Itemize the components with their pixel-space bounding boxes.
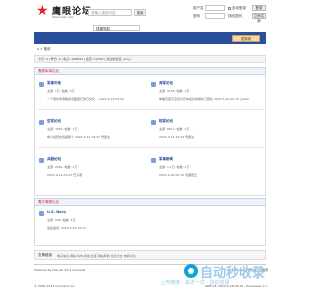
section-header-police[interactable]: 鹰牛警察论坛 — [34, 198, 266, 206]
forum-stat: 主题: 1万, 帖数: 2万 — [47, 89, 75, 93]
breadcrumb-label[interactable]: » 首页 — [40, 47, 50, 51]
forum-icon — [151, 120, 156, 125]
watermark-subtext: 上传链接 · 来访一次 · 自动收录 — [160, 280, 230, 286]
forum-stats: 今日: 0 | 昨日: 0 | 帖子: 998843 | 会员: 12636 |… — [34, 55, 266, 63]
forum-icon — [151, 158, 156, 163]
auto-login-checkbox[interactable]: 自动登录 — [228, 6, 246, 11]
logo-icon[interactable]: ★ — [36, 4, 50, 18]
section-body-military: 军事天地 主题: 1万, 帖数: 2万 一个国外学者敏感当面回忆的日文化… 20… — [34, 75, 266, 196]
forum-name[interactable]: 兵器论坛 — [47, 157, 147, 162]
forum-last-post[interactable]: 2023-4-14 16:34 雪柔生 — [159, 135, 267, 139]
username-input[interactable] — [205, 5, 225, 11]
section-body-police: U.S. Navy 主题: 646, 帖数: 2万 最后发表: 2023-5-2… — [34, 206, 266, 246]
register-button[interactable]: 立即注册 — [252, 13, 266, 23]
powered-by[interactable]: Powered by Discuz! X3.4 Licensed — [34, 268, 85, 272]
forum-last-post[interactable]: 一个国外学者敏感当面回忆的日文化… 2023-4-14 05:04 — [47, 97, 155, 101]
password-input[interactable] — [205, 13, 225, 19]
forum-stat: 主题: 1.1万, 帖数: 1万 — [159, 165, 190, 169]
forum-icon — [39, 211, 44, 216]
forum-stat: 主题: 2081, 帖数: 1万 — [47, 165, 78, 169]
auto-login-label: 自动登录 — [232, 6, 246, 10]
username-label: 用户名 — [193, 6, 204, 10]
forum-stat: 主题: 2155, 帖数: 1万 — [159, 89, 190, 93]
forum-name[interactable]: 军事天地 — [47, 81, 147, 86]
forum-name[interactable]: 陆军论坛 — [159, 119, 259, 124]
search-button[interactable]: 搜索 — [134, 9, 146, 16]
forum-name[interactable]: 空军论坛 — [47, 119, 147, 124]
new-post-button[interactable]: 发新帖 — [232, 35, 260, 42]
forum-icon — [39, 120, 44, 125]
copyright: © 2001-2013 Comsenz Inc. — [34, 284, 76, 288]
forum-name[interactable]: 海军论坛 — [159, 81, 259, 86]
password-label: 密码 — [193, 14, 200, 18]
row-divider — [38, 109, 264, 110]
row-divider — [38, 147, 264, 148]
forum-icon — [151, 82, 156, 87]
forum-name[interactable]: 军事新闻 — [159, 157, 259, 162]
forum-icon — [39, 82, 44, 87]
watermark-logo-inner — [188, 268, 194, 274]
search-input[interactable]: 请输入搜索内容 — [88, 9, 132, 16]
forum-last-post[interactable]: 举人如何去说着那个 2023-4-12 16:47 雪柔生 — [47, 135, 155, 139]
section-header-military[interactable]: 鹰眼军事论坛 — [34, 67, 266, 75]
login-button[interactable]: 登录 — [252, 5, 266, 11]
links-title: 友情链接 — [38, 253, 52, 257]
checkbox-icon[interactable] — [228, 6, 231, 10]
forum-stat: 主题: 6617, 帖数: 1万 — [159, 127, 190, 131]
site-url: bbs.hawk.com — [52, 15, 74, 19]
quick-nav-dropdown[interactable]: 快捷导航 — [93, 25, 140, 31]
forum-stat: 主题: 646, 帖数: 2万 — [47, 218, 76, 222]
friend-links[interactable]: 电子信息 网站 B2B 商城 社区 网站导航 论坛大全 电商平台 — [57, 254, 257, 258]
forum-last-post[interactable]: 举着高官不应该为日本最好的保护工程化 2023-5-20 10:15 yhwei — [159, 97, 267, 101]
forum-last-post[interactable]: 2023-5-20 05:10 冬面阳正 — [159, 173, 267, 177]
links-bar: 友情链接 电子信息 网站 B2B 商城 社区 网站导航 论坛大全 电商平台 — [34, 250, 266, 260]
forum-last-post[interactable]: 最后发表: 2023-5-22 10:17 — [47, 226, 147, 230]
forgot-password-link[interactable]: 找回密码 — [228, 14, 242, 19]
forum-stat: 主题: 3052, 帖数: 1万 — [47, 127, 78, 131]
forum-icon — [39, 158, 44, 163]
forum-last-post[interactable]: 2023-4-14 05:03 巴子都 — [47, 173, 155, 177]
breadcrumb[interactable]: ⌂ » 首页 — [34, 46, 266, 53]
forum-name[interactable]: U.S. Navy — [47, 210, 147, 214]
